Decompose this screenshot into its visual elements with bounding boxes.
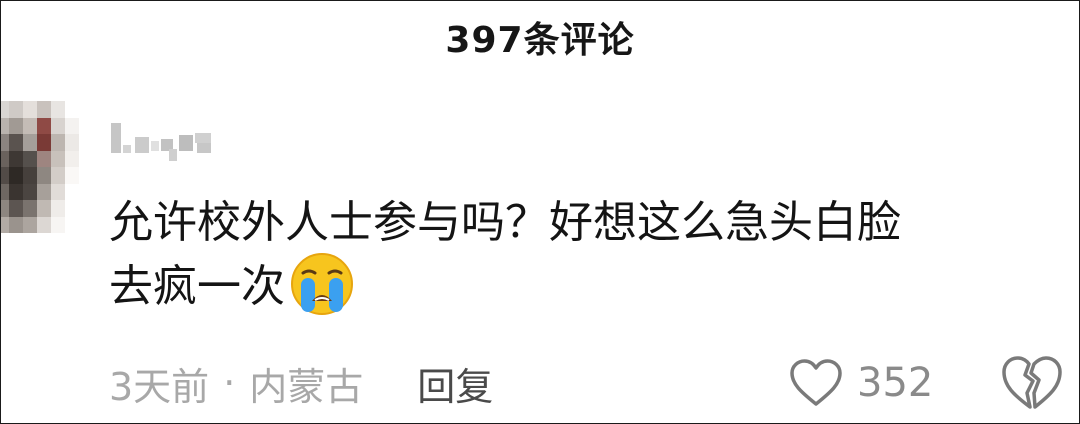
- comment-time: 3天前: [109, 364, 210, 409]
- heart-outline-icon: [790, 359, 842, 406]
- like-button[interactable]: 352: [789, 351, 933, 415]
- comment-panel: 397条评论 允许校外人士参与吗？好想这么急头白脸 去疯一次 3天前 · 内蒙古…: [0, 0, 1080, 424]
- reply-button[interactable]: 回复: [417, 356, 493, 411]
- comment-count-title: 397条评论: [445, 20, 635, 61]
- like-count: 352: [857, 360, 934, 406]
- broken-heart-icon[interactable]: [1001, 353, 1063, 413]
- meta-separator: ·: [223, 361, 236, 405]
- comment-line-2: 去疯一次: [109, 261, 285, 312]
- loudly-crying-face-emoji-icon: [291, 253, 353, 315]
- comment-text[interactable]: 允许校外人士参与吗？好想这么急头白脸 去疯一次: [109, 191, 1049, 319]
- username-pixelated[interactable]: [109, 119, 221, 163]
- comment-line-1: 允许校外人士参与吗？好想这么急头白脸: [109, 197, 901, 248]
- avatar[interactable]: [1, 101, 79, 233]
- comment-location: 内蒙古: [249, 364, 364, 409]
- comment-meta: 3天前 · 内蒙古 回复: [109, 353, 493, 413]
